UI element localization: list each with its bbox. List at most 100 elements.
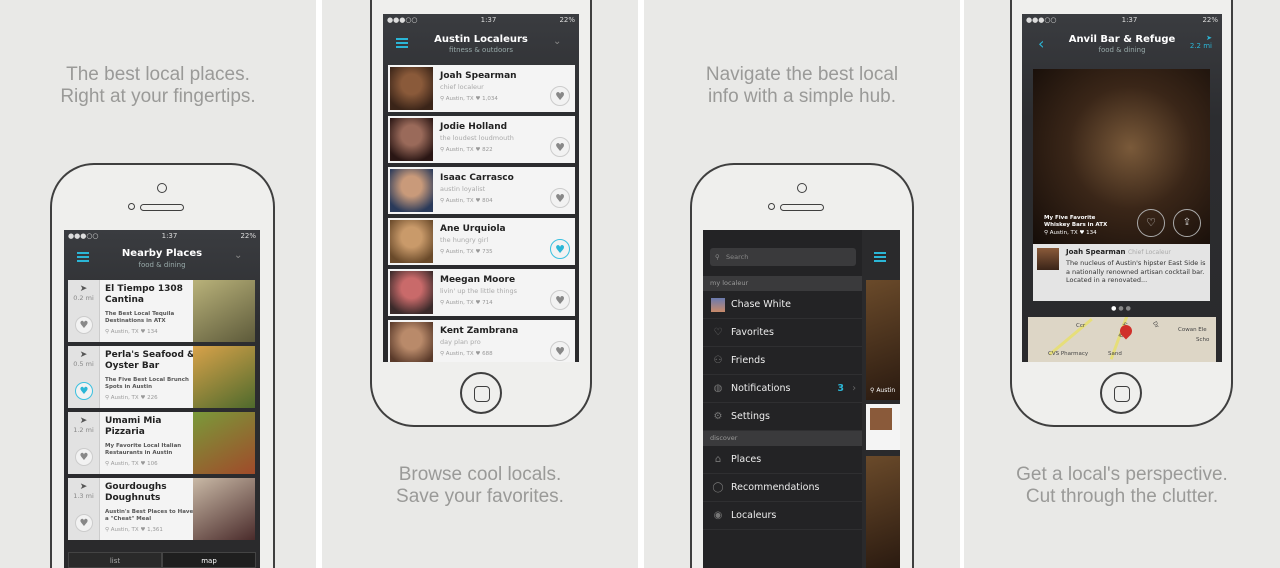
map-label: Cowan Ele xyxy=(1178,327,1207,333)
favorite-button[interactable]: ♥ xyxy=(550,290,570,310)
avatar[interactable] xyxy=(1037,248,1059,270)
place-card[interactable]: ➤ 0.2 mi ♥ El Tiempo 1308 Cantina The Bes… xyxy=(68,280,255,342)
navigation-arrow-icon: ➤ xyxy=(1206,34,1212,42)
sensor xyxy=(128,203,135,210)
menu-item-settings[interactable]: ⚙ Settings xyxy=(703,403,862,431)
localeur-tagline: day plan pro xyxy=(440,338,481,346)
place-card[interactable]: ➤ 1.3 mi ♥ Gourdoughs Doughnuts Austin's … xyxy=(68,478,255,540)
share-button[interactable]: ⇪ xyxy=(1173,209,1201,237)
place-name: Gourdoughs Doughnuts xyxy=(105,482,167,503)
map-preview[interactable]: Ccr CVS Pharmacy Sand Brush Cowan Ele Sc… xyxy=(1028,317,1216,362)
localeur-name: Joah Spearman xyxy=(440,71,517,81)
section-header-discover: discover xyxy=(703,431,862,446)
panel-localeurs: Browse cool locals. Save your favorites. … xyxy=(322,0,638,568)
search-icon: ⚲ xyxy=(715,253,720,261)
menu-item-chase-white[interactable]: Chase White xyxy=(703,291,862,319)
caption-line: Right at your fingertips. xyxy=(60,86,256,107)
sensor xyxy=(768,203,775,210)
location: Austin, TX xyxy=(445,300,474,306)
author-name[interactable]: Joah Spearman xyxy=(1066,248,1126,256)
favorite-button[interactable]: ♥ xyxy=(75,316,93,334)
tab-list[interactable]: list xyxy=(68,552,162,568)
home-button[interactable] xyxy=(1100,372,1142,414)
review-author: Joah Spearman Chief Localeur xyxy=(1066,248,1171,256)
favorite-button[interactable]: ♥ xyxy=(550,341,570,361)
map-label: Dr xyxy=(1151,320,1160,330)
menu-icon[interactable] xyxy=(874,252,886,262)
caption: Get a local's perspective. Cut through th… xyxy=(964,464,1280,508)
menu-item-favorites[interactable]: ♡ Favorites xyxy=(703,319,862,347)
caption: The best local places. Right at your fing… xyxy=(0,64,316,108)
place-card[interactable]: ➤ 0.5 mi ♥ Perla's Seafood & Oyster Bar T… xyxy=(68,346,255,408)
search-input[interactable]: ⚲ Search xyxy=(710,248,856,266)
localeur-card[interactable]: Kent Zambrana day plan pro ⚲ Austin, TX … xyxy=(388,320,575,362)
time: 1:37 xyxy=(1121,16,1138,24)
menu-item-friends[interactable]: ⚇ Friends xyxy=(703,347,862,375)
localeur-card[interactable]: Jodie Holland the loudest loudmouth ⚲ Au… xyxy=(388,116,575,163)
tab-map[interactable]: map xyxy=(162,552,256,568)
menu-item-label: Settings xyxy=(731,411,770,422)
list-title: My Favorite Local Italian Restaurants in… xyxy=(105,443,182,456)
location: Austin, TX xyxy=(445,351,474,357)
map-label: Sand xyxy=(1108,351,1122,357)
localeur-card[interactable]: Ane Urquiola the hungry girl ⚲ Austin, T… xyxy=(388,218,575,265)
favorite-button[interactable]: ♥ xyxy=(75,448,93,466)
content-peek[interactable]: ⚲ Austin xyxy=(862,230,900,568)
time: 1:37 xyxy=(161,232,178,240)
distance-value: 2.2 mi xyxy=(1189,42,1212,50)
status-bar: ●●●○○ 1:37 22% xyxy=(68,232,256,242)
info-card xyxy=(866,404,900,450)
localeur-card[interactable]: Joah Spearman chief localeur ⚲ Austin, T… xyxy=(388,65,575,112)
place-name: Perla's Seafood & Oyster Bar xyxy=(105,350,195,371)
page-title: Nearby Places xyxy=(121,248,203,259)
chevron-down-icon[interactable]: ⌄ xyxy=(553,36,561,47)
page-subtitle: fitness & outdoors xyxy=(448,46,514,54)
menu-item-label: Favorites xyxy=(731,327,774,338)
menu-item-recommendations[interactable]: ◯ Recommendations xyxy=(703,474,862,502)
favorite-button[interactable]: ♡ xyxy=(1137,209,1165,237)
distance[interactable]: ➤ 2.2 mi xyxy=(1190,34,1212,50)
localeur-name: Jodie Holland xyxy=(440,122,508,132)
home-button[interactable] xyxy=(460,372,502,414)
battery: 22% xyxy=(559,16,575,24)
like-count: 688 xyxy=(482,351,493,357)
status-bar: ●●●○○ 1:37 22% xyxy=(1026,16,1218,26)
caption: Browse cool locals. Save your favorites. xyxy=(322,464,638,508)
globe-icon: ◍ xyxy=(713,383,723,394)
heart-icon: ♡ xyxy=(713,327,723,338)
friends-icon: ⚇ xyxy=(713,355,723,366)
like-count: 735 xyxy=(482,249,493,255)
speaker xyxy=(780,204,824,211)
list-title[interactable]: My Five Favorite Whiskey Bars in ATX xyxy=(1044,215,1114,229)
page-dots[interactable]: ●●● xyxy=(1022,305,1222,312)
menu-item-places[interactable]: ⌂ Places xyxy=(703,446,862,474)
panel-menu: Navigate the best local info with a simpl… xyxy=(644,0,960,568)
favorite-button[interactable]: ♥ xyxy=(550,188,570,208)
favorite-button[interactable]: ♥ xyxy=(75,382,93,400)
favorite-button[interactable]: ♥ xyxy=(75,514,93,532)
chevron-down-icon[interactable]: ⌄ xyxy=(234,250,242,261)
menu-item-label: Localeurs xyxy=(731,510,777,521)
menu-item-localeurs[interactable]: ◉ Localeurs xyxy=(703,502,862,530)
view-tabs: list map xyxy=(68,552,256,568)
direction-arrow-icon: ➤ xyxy=(79,416,88,426)
localeur-name: Ane Urquiola xyxy=(440,224,506,234)
location: Austin, TX xyxy=(110,395,139,401)
favorite-button[interactable]: ♥ xyxy=(550,239,570,259)
favorite-button[interactable]: ♥ xyxy=(550,86,570,106)
favorite-button[interactable]: ♥ xyxy=(550,137,570,157)
localeur-card[interactable]: Meegan Moore livin' up the little things… xyxy=(388,269,575,316)
like-count: 134 xyxy=(1086,230,1097,236)
localeur-meta: ⚲ Austin, TX ♥ 714 xyxy=(440,300,493,306)
distance: 1.2 mi xyxy=(73,426,94,434)
place-side: ➤ 0.5 mi ♥ xyxy=(68,346,100,408)
place-card[interactable]: ➤ 1.2 mi ♥ Umami Mia Pizzaria My Favorite… xyxy=(68,412,255,474)
like-count: 804 xyxy=(482,198,493,204)
caption-line: The best local places. xyxy=(66,64,250,85)
map-label: Ccr xyxy=(1076,323,1086,329)
localeur-card[interactable]: Isaac Carrasco austin loyalist ⚲ Austin,… xyxy=(388,167,575,214)
section-header-my-localeur: my localeur xyxy=(703,276,862,291)
menu-item-notifications[interactable]: ◍ Notifications 3 › xyxy=(703,375,862,403)
like-count: 226 xyxy=(147,395,158,401)
signal: ●●●○○ xyxy=(68,232,99,240)
